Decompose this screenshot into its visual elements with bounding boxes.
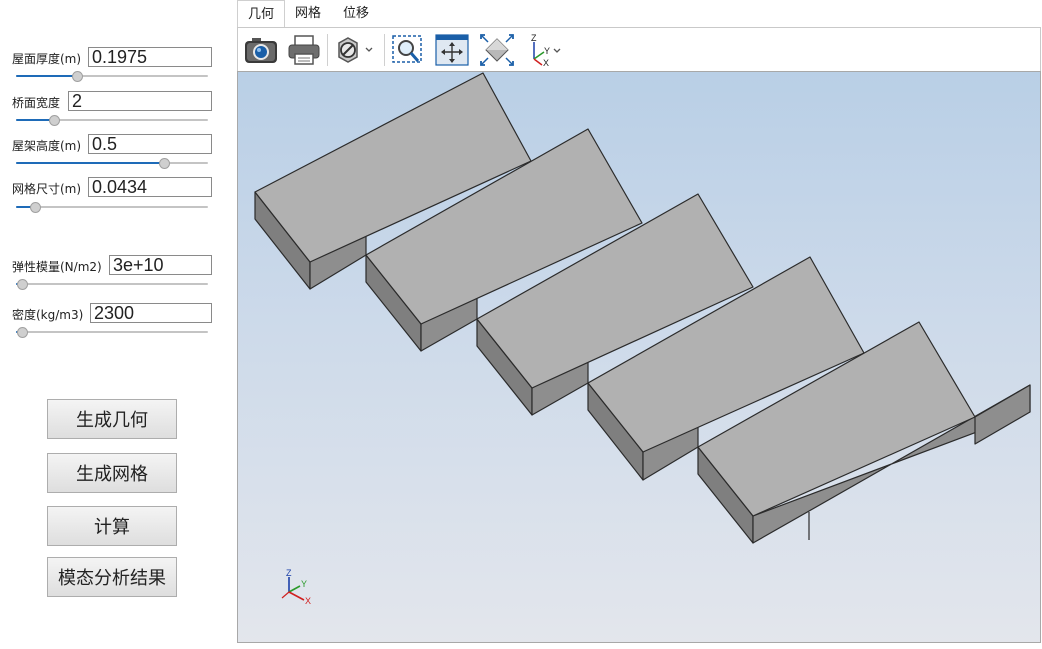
roof-thickness-label: 屋面厚度(m) xyxy=(12,52,82,66)
bridge-width-label: 桥面宽度 xyxy=(12,96,61,110)
printer-icon[interactable] xyxy=(286,33,322,67)
slider-thumb[interactable] xyxy=(17,279,28,290)
toolbar-axis-y: Y xyxy=(544,46,550,56)
modal-analysis-button[interactable]: 模态分析结果 xyxy=(47,557,177,597)
mesh-size-slider[interactable] xyxy=(16,201,208,213)
roof-thickness-input[interactable]: 0.1975 xyxy=(88,47,212,67)
mesh-size-label: 网格尺寸(m) xyxy=(12,182,82,196)
slider-thumb[interactable] xyxy=(159,158,170,169)
axis-z-label: Z xyxy=(286,568,292,578)
tab-mesh[interactable]: 网格 xyxy=(287,0,329,27)
bridge-width-input[interactable]: 2 xyxy=(68,91,212,111)
slider-thumb[interactable] xyxy=(30,202,41,213)
elastic-modulus-input[interactable]: 3e+10 xyxy=(109,255,212,275)
generate-geometry-button[interactable]: 生成几何 xyxy=(47,399,177,439)
bridge-width-slider[interactable] xyxy=(16,114,208,126)
camera-icon[interactable] xyxy=(242,33,280,67)
3d-viewport[interactable]: Z Y X xyxy=(237,71,1041,643)
slider-thumb[interactable] xyxy=(72,71,83,82)
fit-all-icon[interactable] xyxy=(478,33,516,67)
axes-view-icon[interactable]: Z Y X xyxy=(522,33,566,67)
elastic-modulus-label: 弹性模量(N/m2) xyxy=(12,260,102,274)
slider-thumb[interactable] xyxy=(17,327,28,338)
model-canvas: Z Y X xyxy=(254,72,1031,606)
pan-icon[interactable] xyxy=(434,33,470,67)
truss-height-label: 屋架高度(m) xyxy=(12,139,82,153)
truss-height-input[interactable]: 0.5 xyxy=(88,134,212,154)
toolbar-axis-z: Z xyxy=(531,33,537,43)
density-label: 密度(kg/m3) xyxy=(12,308,84,322)
zoom-window-icon[interactable] xyxy=(390,33,426,67)
axis-triad: Z Y X xyxy=(281,568,311,606)
compute-button[interactable]: 计算 xyxy=(47,506,177,546)
truss-height-slider[interactable] xyxy=(16,157,208,169)
toolbar-axis-x: X xyxy=(543,58,549,67)
roof-thickness-slider[interactable] xyxy=(16,70,208,82)
density-input[interactable]: 2300 xyxy=(90,303,212,323)
end-cap xyxy=(974,384,1031,445)
tab-displacement[interactable]: 位移 xyxy=(334,0,378,27)
stepped-roof-model xyxy=(254,72,1031,544)
tab-geometry[interactable]: 几何 xyxy=(237,0,285,28)
display-mode-icon[interactable] xyxy=(334,33,378,67)
slider-thumb[interactable] xyxy=(49,115,60,126)
elastic-modulus-slider[interactable] xyxy=(16,278,208,290)
generate-mesh-button[interactable]: 生成网格 xyxy=(47,453,177,493)
density-slider[interactable] xyxy=(16,326,208,338)
mesh-size-input[interactable]: 0.0434 xyxy=(88,177,212,197)
axis-y-label: Y xyxy=(301,579,307,589)
viewer-toolbar: Z Y X xyxy=(237,27,1041,71)
app-window: 屋面厚度(m) 0.1975 桥面宽度 2 屋架高度(m) 0.5 网格尺寸(m… xyxy=(0,0,1042,649)
axis-x-label: X xyxy=(305,596,311,606)
